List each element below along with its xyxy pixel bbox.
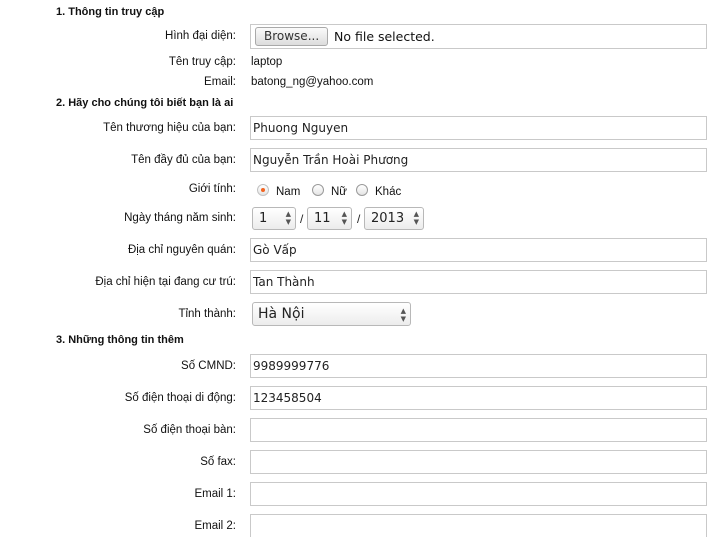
- gender-radio-other[interactable]: [356, 184, 368, 196]
- hometown-label: Địa chỉ nguyên quán:: [127, 244, 236, 256]
- residence-input[interactable]: Tan Thành: [250, 270, 707, 294]
- updown-arrows-icon: ▲ ▼: [285, 210, 291, 226]
- gender-label: Giới tính:: [188, 183, 236, 195]
- brand-input[interactable]: Phuong Nguyen: [250, 116, 707, 140]
- dob-month-select[interactable]: 11 ▲ ▼: [307, 207, 352, 230]
- browse-button[interactable]: Browse...: [255, 27, 329, 46]
- residence-label: Địa chỉ hiện tại đang cư trú:: [95, 276, 236, 288]
- id-label: Số CMND:: [181, 360, 236, 372]
- phone-label: Số điện thoại bàn:: [143, 424, 236, 436]
- id-input[interactable]: 9989999776: [250, 354, 707, 378]
- fax-label: Số fax:: [200, 456, 236, 468]
- phone-input[interactable]: [250, 418, 707, 442]
- dob-day-value: 1: [259, 211, 268, 226]
- email1-label: Email 1:: [194, 488, 236, 500]
- hometown-input[interactable]: Gò Vấp: [250, 238, 707, 262]
- section-title-about: 2. Hãy cho chúng tôi biết bạn là ai: [56, 97, 234, 109]
- dob-day-select[interactable]: 1 ▲ ▼: [252, 207, 296, 230]
- dob-year-value: 2013: [371, 211, 405, 226]
- gender-radio-male[interactable]: [257, 184, 269, 196]
- gender-option-other: Khác: [375, 186, 402, 198]
- province-select[interactable]: Hà Nội ▲ ▼: [252, 302, 411, 326]
- email2-input[interactable]: [250, 514, 707, 537]
- fullname-label: Tên đầy đủ của bạn:: [131, 154, 236, 166]
- email-value: batong_ng@yahoo.com: [251, 76, 374, 88]
- province-label: Tỉnh thành:: [178, 308, 236, 320]
- file-status-text: No file selected.: [334, 29, 435, 44]
- email1-input[interactable]: [250, 482, 707, 506]
- dob-label: Ngày tháng năm sinh:: [124, 212, 236, 224]
- gender-option-female: Nữ: [331, 186, 348, 198]
- fax-input[interactable]: [250, 450, 707, 474]
- dob-separator: /: [357, 212, 361, 226]
- brand-label: Tên thương hiệu của bạn:: [103, 122, 236, 134]
- mobile-label: Số điện thoại di động:: [124, 392, 236, 404]
- avatar-file-input[interactable]: Browse... No file selected.: [250, 24, 707, 49]
- updown-arrows-icon: ▲ ▼: [413, 210, 419, 226]
- dob-separator: /: [300, 212, 304, 226]
- province-value: Hà Nội: [258, 306, 305, 322]
- dob-month-value: 11: [314, 211, 331, 226]
- gender-option-male: Nam: [276, 186, 301, 198]
- section-title-extra: 3. Những thông tin thêm: [56, 334, 184, 346]
- updown-arrows-icon: ▲ ▼: [341, 210, 347, 226]
- avatar-label: Hình đại diện:: [165, 30, 236, 42]
- dob-year-select[interactable]: 2013 ▲ ▼: [364, 207, 424, 230]
- fullname-input[interactable]: Nguyễn Trần Hoài Phương: [250, 148, 707, 172]
- email-label: Email:: [204, 76, 236, 88]
- section-title-access: 1. Thông tin truy cập: [56, 6, 165, 18]
- username-label: Tên truy cập:: [168, 56, 236, 68]
- email2-label: Email 2:: [194, 520, 236, 532]
- username-value: laptop: [251, 56, 283, 68]
- updown-arrows-icon: ▲ ▼: [400, 307, 406, 323]
- gender-radio-female[interactable]: [312, 184, 324, 196]
- mobile-input[interactable]: 123458504: [250, 386, 707, 410]
